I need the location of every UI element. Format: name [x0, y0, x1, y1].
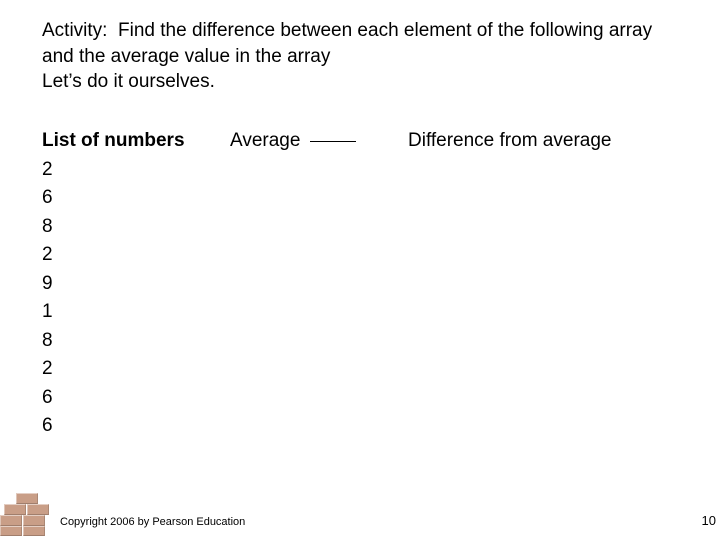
list-item: 6	[42, 184, 672, 213]
col-header-diff: Difference from average	[408, 127, 611, 156]
list-item: 2	[42, 241, 672, 270]
list-item: 1	[42, 298, 672, 327]
activity-label: Activity:	[42, 20, 107, 41]
brick-icon	[23, 526, 45, 536]
brick-icon	[4, 504, 26, 515]
number-list: 2 6 8 2 9 1 8 2 6 6	[42, 156, 672, 441]
list-item: 2	[42, 355, 672, 384]
table-area: List of numbers Average Difference from …	[42, 127, 672, 441]
bricks-decoration	[0, 490, 56, 536]
brick-icon	[16, 493, 38, 504]
activity-description: Find the difference between each element…	[42, 20, 652, 67]
slide: Activity: Find the difference between ea…	[0, 0, 720, 540]
column-headers: List of numbers Average Difference from …	[42, 127, 672, 156]
copyright-text: Copyright 2006 by Pearson Education	[60, 516, 245, 528]
list-item: 9	[42, 270, 672, 299]
col-header-average: Average	[230, 127, 408, 156]
brick-icon	[0, 515, 22, 526]
lets-do-text: Let’s do it ourselves.	[42, 71, 672, 93]
content-area: Activity: Find the difference between ea…	[42, 18, 672, 441]
average-blank-line	[310, 141, 356, 142]
list-item: 6	[42, 384, 672, 413]
list-item: 6	[42, 412, 672, 441]
col-header-list: List of numbers	[42, 127, 230, 156]
list-item: 2	[42, 156, 672, 185]
list-item: 8	[42, 327, 672, 356]
activity-line: Activity: Find the difference between ea…	[42, 18, 672, 69]
page-number: 10	[702, 513, 716, 528]
brick-icon	[27, 504, 49, 515]
average-label: Average	[230, 130, 300, 151]
brick-icon	[0, 526, 22, 536]
list-item: 8	[42, 213, 672, 242]
brick-icon	[23, 515, 45, 526]
